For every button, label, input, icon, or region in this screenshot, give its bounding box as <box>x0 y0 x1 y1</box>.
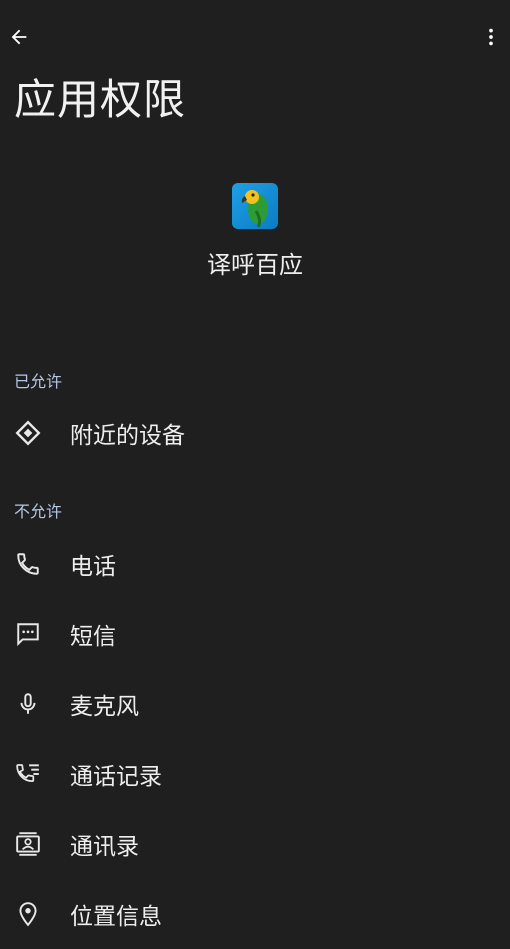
permission-label: 电话 <box>70 554 116 580</box>
app-icon <box>232 183 278 229</box>
permission-item-nearby-devices[interactable]: 附近的设备 <box>0 398 510 468</box>
app-name: 译呼百应 <box>207 251 303 279</box>
more-vert-icon <box>489 28 493 46</box>
permission-item-contacts[interactable]: 通讯录 <box>0 809 510 879</box>
permission-label: 附近的设备 <box>70 423 185 449</box>
sms-icon <box>0 621 56 647</box>
app-info: 译呼百应 <box>0 183 510 280</box>
permission-label: 短信 <box>70 624 116 650</box>
section-label-allowed: 已允许 <box>14 372 63 391</box>
permission-item-microphone[interactable]: 麦克风 <box>0 669 510 739</box>
permission-label: 麦克风 <box>70 694 139 720</box>
permission-item-sms[interactable]: 短信 <box>0 599 510 669</box>
permission-label: 通讯录 <box>70 834 139 860</box>
permission-label: 位置信息 <box>70 904 162 930</box>
nearby-devices-icon <box>0 420 56 446</box>
parrot-logo-icon <box>241 190 268 228</box>
location-icon <box>0 901 56 927</box>
app-bar <box>0 0 510 74</box>
arrow-back-icon <box>11 29 27 45</box>
call-log-icon <box>0 761 56 787</box>
permission-label: 通话记录 <box>70 764 162 790</box>
microphone-icon <box>0 691 56 717</box>
permission-item-call-log[interactable]: 通话记录 <box>0 739 510 809</box>
more-options-button[interactable] <box>476 22 506 52</box>
permission-item-phone[interactable]: 电话 <box>0 529 510 599</box>
back-button[interactable] <box>4 22 34 52</box>
contacts-icon <box>0 831 56 857</box>
phone-icon <box>0 551 56 577</box>
permission-item-location[interactable]: 位置信息 <box>0 879 510 949</box>
page-title: 应用权限 <box>14 75 187 124</box>
section-label-denied: 不允许 <box>14 502 63 521</box>
